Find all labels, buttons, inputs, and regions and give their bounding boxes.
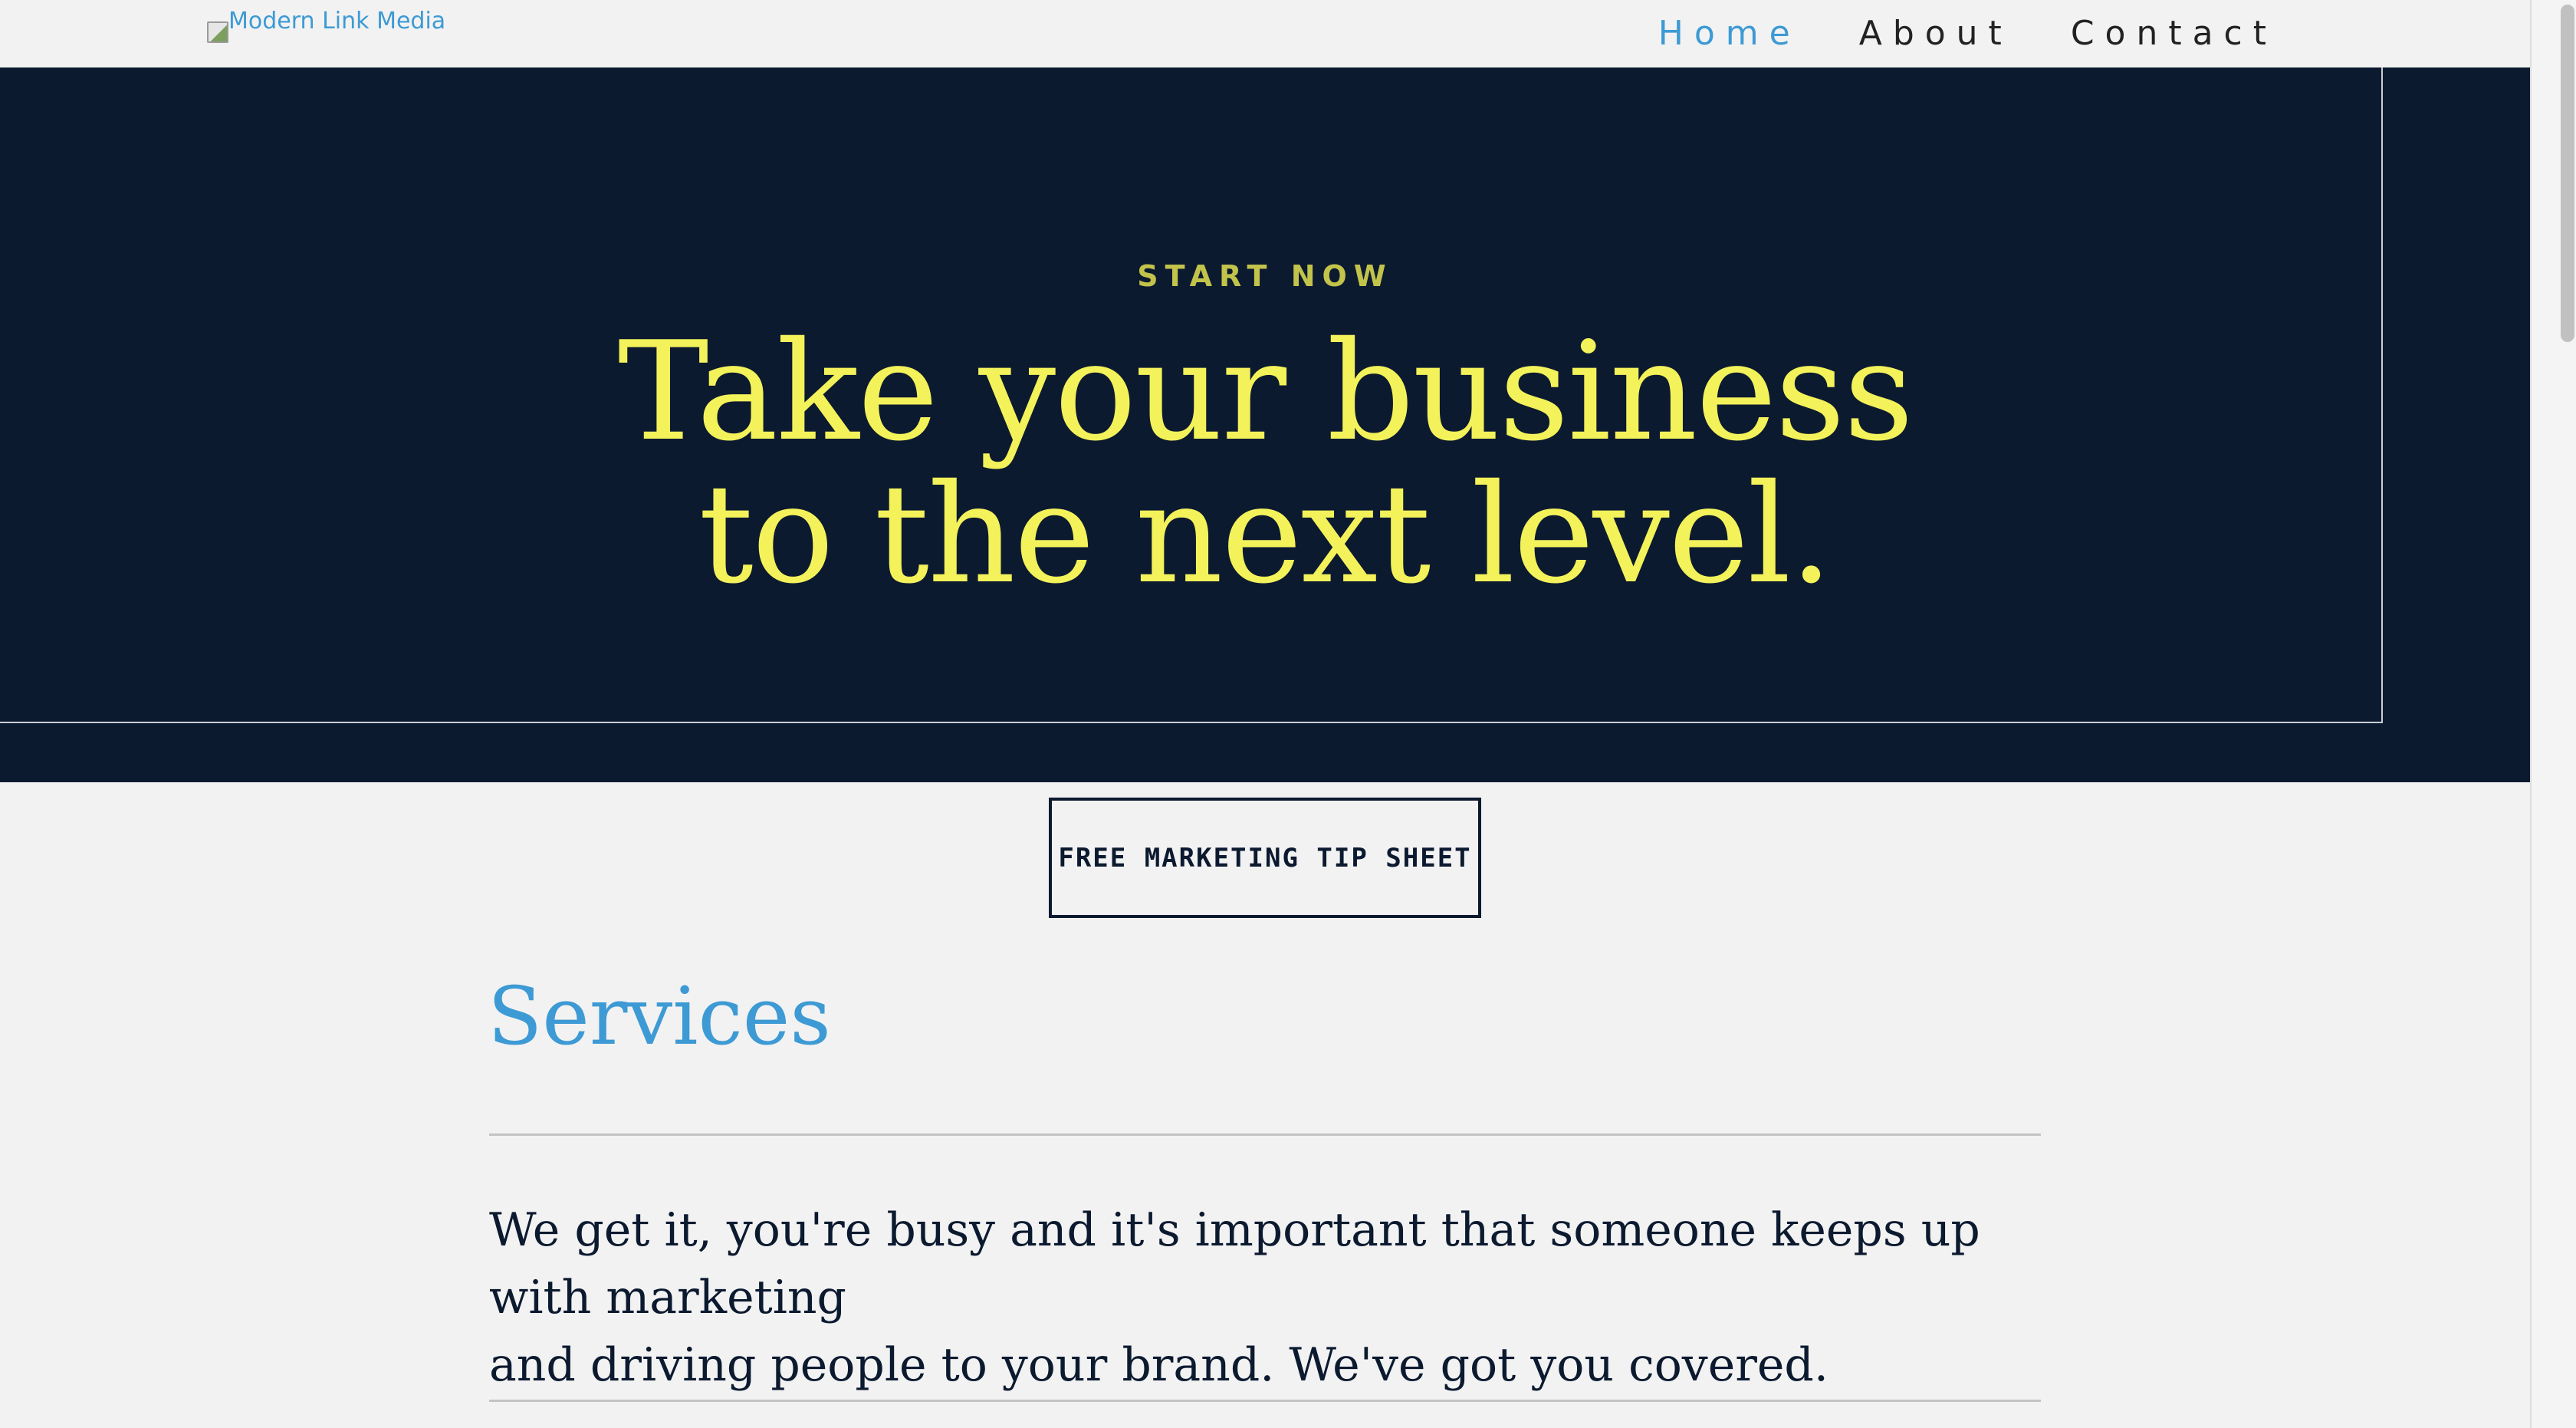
- logo-text: Modern Link Media: [228, 8, 446, 35]
- broken-image-icon: [205, 20, 228, 43]
- site-header: Modern Link Media Home About Contact: [0, 0, 2530, 67]
- services-description: We get it, you're busy and it's importan…: [489, 1196, 2053, 1399]
- scrollbar-thumb[interactable]: [2561, 5, 2574, 342]
- hero-title: Take your business to the next level.: [0, 321, 2530, 606]
- main-nav: Home About Contact: [1658, 11, 2277, 57]
- logo-link[interactable]: Modern Link Media: [205, 8, 445, 43]
- page: Modern Link Media Home About Contact STA…: [0, 0, 2576, 1428]
- services-heading: Services: [488, 969, 831, 1063]
- hero-section: START NOW Take your business to the next…: [0, 67, 2530, 782]
- divider: [489, 1400, 2041, 1402]
- divider: [489, 1134, 2041, 1136]
- nav-contact[interactable]: Contact: [2071, 11, 2277, 57]
- free-tip-sheet-button[interactable]: FREE MARKETING TIP SHEET: [1049, 798, 1481, 918]
- hero-title-line-2: to the next level.: [698, 455, 1833, 614]
- services-description-line-2: and driving people to your brand. We've …: [489, 1338, 1829, 1392]
- nav-home[interactable]: Home: [1658, 11, 1801, 57]
- hero-title-line-1: Take your business: [617, 312, 1914, 471]
- hero-kicker: START NOW: [1137, 259, 1393, 293]
- nav-about[interactable]: About: [1859, 11, 2013, 57]
- vertical-scrollbar[interactable]: [2530, 0, 2576, 1428]
- services-description-line-1: We get it, you're busy and it's importan…: [489, 1203, 1980, 1324]
